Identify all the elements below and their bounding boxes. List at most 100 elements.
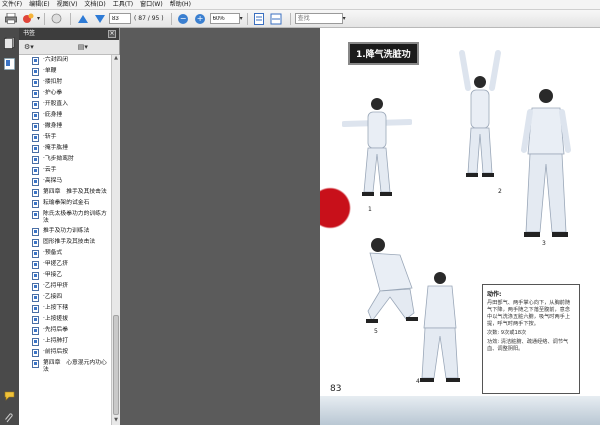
- decorative-ground: [320, 396, 600, 425]
- print-icon[interactable]: [3, 12, 18, 26]
- toolbar: ▾ ( 87 / 95 ) − + ▾ ▾: [0, 10, 600, 28]
- bookmark-item[interactable]: ·六封四闭: [19, 55, 111, 66]
- bookmark-label: ·庇身捶: [43, 112, 63, 118]
- bookmark-icon: [32, 338, 39, 346]
- document-viewport[interactable]: 1.降气洗脏功 1 2 3 4 5 动作: 丹田部气、两手掌心向下，从胸前随气下…: [120, 28, 600, 425]
- page-count-label: ( 87 / 95 ): [134, 15, 164, 22]
- bookmarks-panel: 书签 × ⚙▾ ▤▾ ·六封四闭 ·单鞭 ·搂扣肘 ·护心拳 ·开股直入 ·庇身捶 ·撇身捶…: [19, 28, 120, 425]
- bookmark-label: ·开股直入: [43, 101, 69, 107]
- bookmark-label: 固形推手及其技击法: [43, 239, 96, 245]
- bookmark-label: 第四章 心意混元内功心法: [43, 360, 107, 373]
- scroll-thumb[interactable]: [113, 315, 119, 415]
- bookmark-icon: [32, 112, 39, 120]
- toolbar-divider: [44, 12, 46, 25]
- bookmark-item[interactable]: ·前捋后按: [19, 347, 111, 358]
- menu-edit[interactable]: 编辑(E): [29, 1, 49, 9]
- options-icon[interactable]: ⚙▾: [24, 43, 34, 51]
- toolbar-divider: [289, 12, 291, 25]
- bookmark-item[interactable]: 陈氏太极拳功力的训练方法: [19, 209, 111, 226]
- bookmark-icon: [32, 360, 39, 368]
- bookmark-scrollbar[interactable]: ▲ ▼: [111, 55, 120, 425]
- qigong-figure-4: [420, 272, 460, 382]
- menu-tools[interactable]: 工具(T): [113, 1, 133, 9]
- bookmark-item[interactable]: ·预备式: [19, 248, 111, 259]
- bookmark-icon: [32, 239, 39, 247]
- bookmark-item[interactable]: ·斩手: [19, 132, 111, 143]
- bookmark-icon: [32, 189, 39, 197]
- next-page-icon[interactable]: [92, 12, 107, 26]
- bookmark-icon: [32, 123, 39, 131]
- bookmark-item[interactable]: ·开股直入: [19, 99, 111, 110]
- comment-icon[interactable]: [4, 386, 15, 401]
- bookmark-label: ·上按搓拔: [43, 316, 69, 322]
- chevron-down-icon[interactable]: ▾: [37, 15, 40, 22]
- fit-page-icon[interactable]: [252, 12, 267, 26]
- bookmark-label: 耘瑜拳架的试金石: [43, 200, 90, 206]
- qigong-figure-3: [521, 89, 571, 237]
- fit-width-icon[interactable]: [269, 12, 284, 26]
- prev-page-icon[interactable]: [75, 12, 90, 26]
- bookmarks-icon[interactable]: [4, 55, 15, 70]
- box-effect: 功效: 清洁脏腑、疏通经络、调节气血、调整阴阳。: [487, 339, 569, 352]
- bookmark-item[interactable]: ·乙捋甲挤: [19, 281, 111, 292]
- bookmark-label: ·搂扣肘: [43, 79, 63, 85]
- scroll-up-icon[interactable]: ▲: [112, 55, 120, 63]
- bookmark-item[interactable]: ·高探马: [19, 176, 111, 187]
- search-dropdown-icon[interactable]: ▾: [343, 15, 346, 22]
- scroll-down-icon[interactable]: ▼: [112, 417, 120, 425]
- bookmark-label: 陈氏太极拳功力的训练方法: [43, 211, 107, 224]
- menu-document[interactable]: 文档(D): [84, 1, 105, 9]
- figure-number: 4: [416, 378, 420, 385]
- bookmark-item[interactable]: 耘瑜拳架的试金石: [19, 198, 111, 209]
- bookmark-item[interactable]: ·上按下辖: [19, 303, 111, 314]
- menu-view[interactable]: 视图(V): [57, 1, 78, 9]
- bookmark-icon: [32, 250, 39, 258]
- bookmark-item[interactable]: ·掩手肱捶: [19, 143, 111, 154]
- attachment-icon[interactable]: [4, 408, 15, 423]
- hand-tool-icon[interactable]: [49, 12, 64, 26]
- page-number-input[interactable]: [109, 13, 132, 24]
- bookmark-item[interactable]: ·云手: [19, 165, 111, 176]
- bookmark-item[interactable]: ·搂扣肘: [19, 77, 111, 88]
- bookmark-icon: [32, 272, 39, 280]
- bookmark-item[interactable]: ·护心拳: [19, 88, 111, 99]
- menu-bar: 文件(F) 编辑(E) 视图(V) 文档(D) 工具(T) 窗口(W) 帮助(H…: [0, 0, 600, 10]
- bookmark-item[interactable]: ·先捋后拳: [19, 325, 111, 336]
- bookmark-icon: [32, 228, 39, 236]
- bookmark-item[interactable]: ·撇身捶: [19, 121, 111, 132]
- menu-window[interactable]: 窗口(W): [140, 1, 163, 9]
- pages-icon[interactable]: [4, 34, 15, 49]
- bookmark-item[interactable]: 第四章 推手及其技击法: [19, 187, 111, 198]
- bookmark-label: ·先捋后拳: [43, 327, 69, 333]
- bookmark-label: ·上捋肺打: [43, 338, 69, 344]
- bookmark-item[interactable]: ·飞步拗鸾肘: [19, 154, 111, 165]
- new-bookmark-icon[interactable]: ▤▾: [78, 43, 88, 51]
- zoom-in-icon[interactable]: +: [193, 12, 208, 26]
- bookmark-icon: [32, 167, 39, 175]
- bookmark-label: ·单鞭: [43, 68, 57, 74]
- bookmark-item[interactable]: ·庇身捶: [19, 110, 111, 121]
- bookmark-label: ·高探马: [43, 178, 63, 184]
- menu-help[interactable]: 帮助(H): [170, 1, 191, 9]
- bookmark-item[interactable]: 固形推手及其技击法: [19, 237, 111, 248]
- close-icon[interactable]: ×: [108, 30, 116, 38]
- zoom-dropdown-icon[interactable]: ▾: [240, 15, 243, 22]
- bookmark-item[interactable]: ·甲接乙: [19, 270, 111, 281]
- bookmark-item[interactable]: ·上捋肺打: [19, 336, 111, 347]
- menu-file[interactable]: 文件(F): [2, 1, 22, 9]
- bookmark-label: ·六封四闭: [43, 57, 69, 63]
- share-icon[interactable]: [20, 12, 35, 26]
- panel-title: 书签: [23, 30, 36, 37]
- bookmark-item[interactable]: 推手及功力训练法: [19, 226, 111, 237]
- bookmark-item[interactable]: ·单鞭: [19, 66, 111, 77]
- bookmark-icon: [32, 134, 39, 142]
- search-input[interactable]: [294, 13, 343, 24]
- zoom-level-input[interactable]: [209, 13, 240, 24]
- bookmark-item[interactable]: ·甲搓乙挤: [19, 259, 111, 270]
- bookmark-item[interactable]: ·上按搓拔: [19, 314, 111, 325]
- zoom-out-icon[interactable]: −: [176, 12, 191, 26]
- bookmark-item[interactable]: 第四章 心意混元内功心法: [19, 358, 111, 375]
- panel-header: 书签 ×: [19, 28, 119, 40]
- bookmark-item[interactable]: ·乙接四: [19, 292, 111, 303]
- bookmark-icon: [32, 316, 39, 324]
